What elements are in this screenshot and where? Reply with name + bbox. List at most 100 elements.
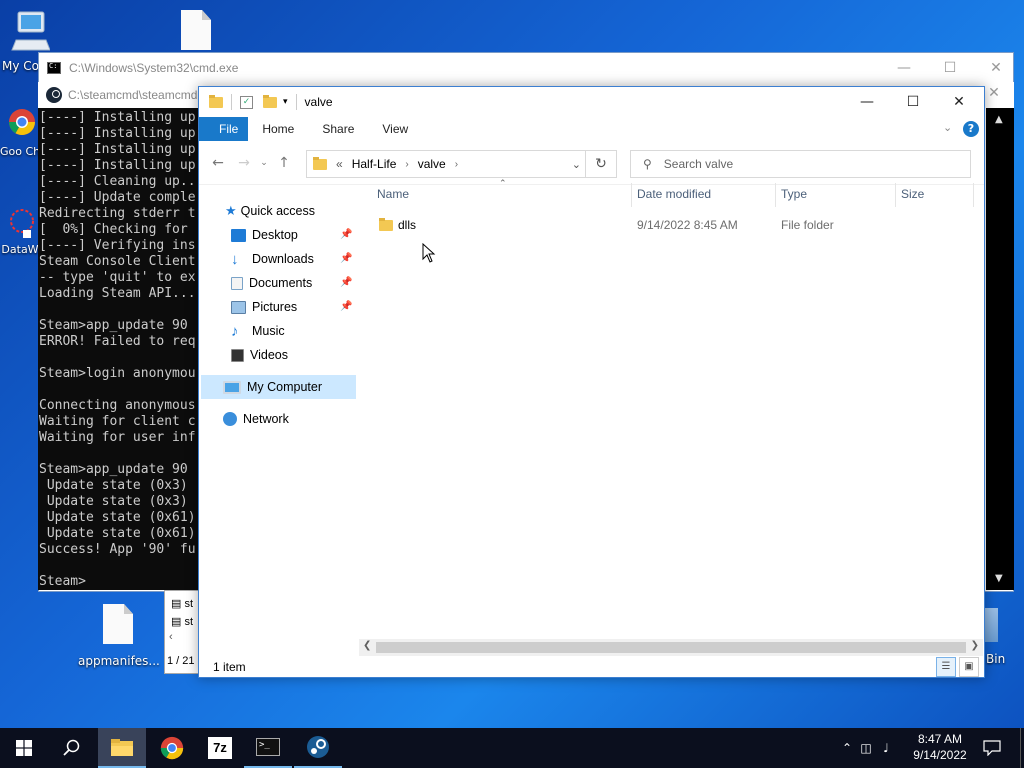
back-arrow-icon[interactable]: ←: [205, 155, 231, 171]
divider[interactable]: [631, 183, 632, 207]
nav-item-quick-access[interactable]: ★ Quick access: [225, 200, 315, 222]
divider[interactable]: [775, 183, 776, 207]
column-header-type[interactable]: Type: [781, 187, 807, 201]
show-hidden-icons-icon[interactable]: ⌃: [838, 741, 856, 755]
pin-icon[interactable]: 📌: [340, 253, 352, 264]
explorer-titlebar[interactable]: ✓ ▾ valve — ☐ ✕: [199, 87, 984, 117]
console-line: Waiting for user inf: [39, 430, 196, 445]
pin-icon[interactable]: 📌: [340, 301, 352, 312]
nav-item-desktop[interactable]: Desktop: [231, 224, 298, 246]
nav-item-label: Desktop: [252, 228, 298, 242]
search-input[interactable]: ⚲ Search valve: [630, 150, 971, 178]
navigation-pane: ★ Quick access Desktop 📌 ↓ Downloads 📌 Doc…: [199, 199, 357, 629]
network-icon: [223, 412, 237, 426]
divider: [231, 94, 232, 110]
minimize-button[interactable]: —: [844, 87, 890, 117]
scroll-left-icon[interactable]: ❮: [363, 640, 371, 651]
maximize-button[interactable]: ☐: [890, 87, 936, 117]
console-line: [----] Installing up: [39, 126, 196, 141]
nav-item-music[interactable]: ♪ Music: [231, 320, 285, 342]
cmd-icon: >_: [256, 738, 280, 756]
volume-icon[interactable]: ♩: [876, 741, 896, 755]
tab-home[interactable]: Home: [248, 117, 308, 141]
taskbar-app-steam[interactable]: [294, 728, 342, 768]
breadcrumb-valve[interactable]: valve: [418, 157, 446, 171]
nav-item-my-computer[interactable]: My Computer: [223, 376, 322, 398]
desktop-icon-recycle-bin[interactable]: Bin: [984, 608, 1024, 666]
chevron-right-icon[interactable]: ›: [455, 159, 458, 170]
customize-qat-icon[interactable]: ▾: [283, 97, 288, 107]
explorer-window[interactable]: ✓ ▾ valve — ☐ ✕ File Home Share View ⌄ ?…: [198, 86, 985, 678]
taskbar-app-chrome[interactable]: [148, 728, 196, 768]
help-icon[interactable]: ?: [963, 121, 979, 137]
file-explorer-icon: [111, 739, 133, 756]
console-output[interactable]: [----] Installing up [----] Installing up…: [38, 108, 198, 590]
properties-icon[interactable]: ✓: [240, 95, 253, 109]
cmd-titlebar[interactable]: C:\Windows\System32\cmd.exe: [39, 53, 1013, 83]
mouse-cursor-icon: [422, 243, 436, 263]
column-header-name[interactable]: Name: [377, 187, 409, 201]
recent-locations-icon[interactable]: ⌄: [257, 158, 271, 168]
taskbar-app-7zip[interactable]: 7z: [196, 728, 244, 768]
desktop-icon-appmanifest[interactable]: appmanifes...: [78, 604, 160, 668]
nav-item-label: Network: [243, 412, 289, 426]
nav-item-downloads[interactable]: ↓ Downloads: [231, 248, 314, 270]
nav-item-network[interactable]: Network: [223, 408, 289, 430]
show-desktop-button[interactable]: [1020, 728, 1024, 768]
breadcrumb-overflow[interactable]: «: [336, 157, 343, 171]
close-button[interactable]: ✕: [936, 87, 982, 117]
large-icons-view-icon[interactable]: ▣: [959, 657, 979, 677]
refresh-button[interactable]: ↻: [585, 150, 617, 178]
column-header-date[interactable]: Date modified: [637, 187, 711, 201]
file-icon: [103, 604, 133, 644]
taskbar-app-cmd[interactable]: >_: [244, 728, 292, 768]
scroll-right-icon[interactable]: ❯: [971, 640, 979, 651]
taskbar-app-explorer[interactable]: [98, 728, 146, 768]
nav-item-pictures[interactable]: Pictures: [231, 296, 297, 318]
list-item[interactable]: ▤ st: [171, 597, 193, 610]
forward-arrow-icon[interactable]: →: [231, 155, 257, 171]
background-window[interactable]: ▤ st ▤ st ‹ 1 / 21: [164, 590, 200, 674]
details-view-icon[interactable]: ☰: [936, 657, 956, 677]
breadcrumb-half-life[interactable]: Half-Life: [352, 157, 397, 171]
scroll-left-icon[interactable]: ‹: [169, 631, 173, 643]
tab-view[interactable]: View: [368, 117, 422, 141]
scroll-down-icon[interactable]: ▼: [995, 573, 1003, 584]
search-button[interactable]: [48, 728, 96, 768]
console-line: [----] Verifying ins: [39, 238, 196, 253]
chevron-down-icon[interactable]: ⌄: [572, 158, 581, 171]
pin-icon[interactable]: 📌: [340, 277, 352, 288]
tab-file[interactable]: File: [199, 117, 249, 141]
divider: [295, 94, 297, 110]
notifications-button[interactable]: [968, 728, 1016, 768]
ribbon-tabs: File Home Share View ⌄ ?: [199, 117, 984, 141]
start-button[interactable]: [0, 728, 48, 768]
divider[interactable]: [895, 183, 896, 207]
console-scrollbar[interactable]: ▲ ▼: [986, 108, 1014, 590]
divider[interactable]: [973, 183, 974, 207]
chevron-right-icon[interactable]: ›: [405, 159, 408, 170]
expand-ribbon-icon[interactable]: ⌄: [943, 121, 952, 134]
new-folder-icon[interactable]: [263, 94, 277, 108]
pin-icon[interactable]: 📌: [340, 229, 352, 240]
scroll-up-icon[interactable]: ▲: [995, 114, 1003, 125]
horizontal-scrollbar[interactable]: ❮ ❯: [359, 639, 983, 656]
scrollbar-thumb[interactable]: [376, 642, 966, 653]
up-arrow-icon[interactable]: ↑: [271, 155, 297, 171]
desktop-icon-file[interactable]: [176, 10, 216, 50]
network-status-icon[interactable]: ◫: [856, 741, 876, 755]
column-header-size[interactable]: Size: [901, 187, 924, 201]
clock[interactable]: 8:47 AM 9/14/2022: [906, 731, 974, 763]
maximize-button[interactable]: ☐: [927, 53, 973, 83]
close-button[interactable]: ✕: [973, 53, 1019, 83]
minimize-button[interactable]: —: [881, 53, 927, 83]
nav-item-videos[interactable]: Videos: [231, 344, 288, 366]
console-line: Loading Steam API...: [39, 286, 196, 301]
nav-item-documents[interactable]: Documents: [231, 272, 312, 294]
list-item[interactable]: ▤ st: [171, 615, 193, 628]
address-bar[interactable]: « Half-Life › valve › ⌄: [306, 150, 586, 178]
tab-share[interactable]: Share: [308, 117, 368, 141]
